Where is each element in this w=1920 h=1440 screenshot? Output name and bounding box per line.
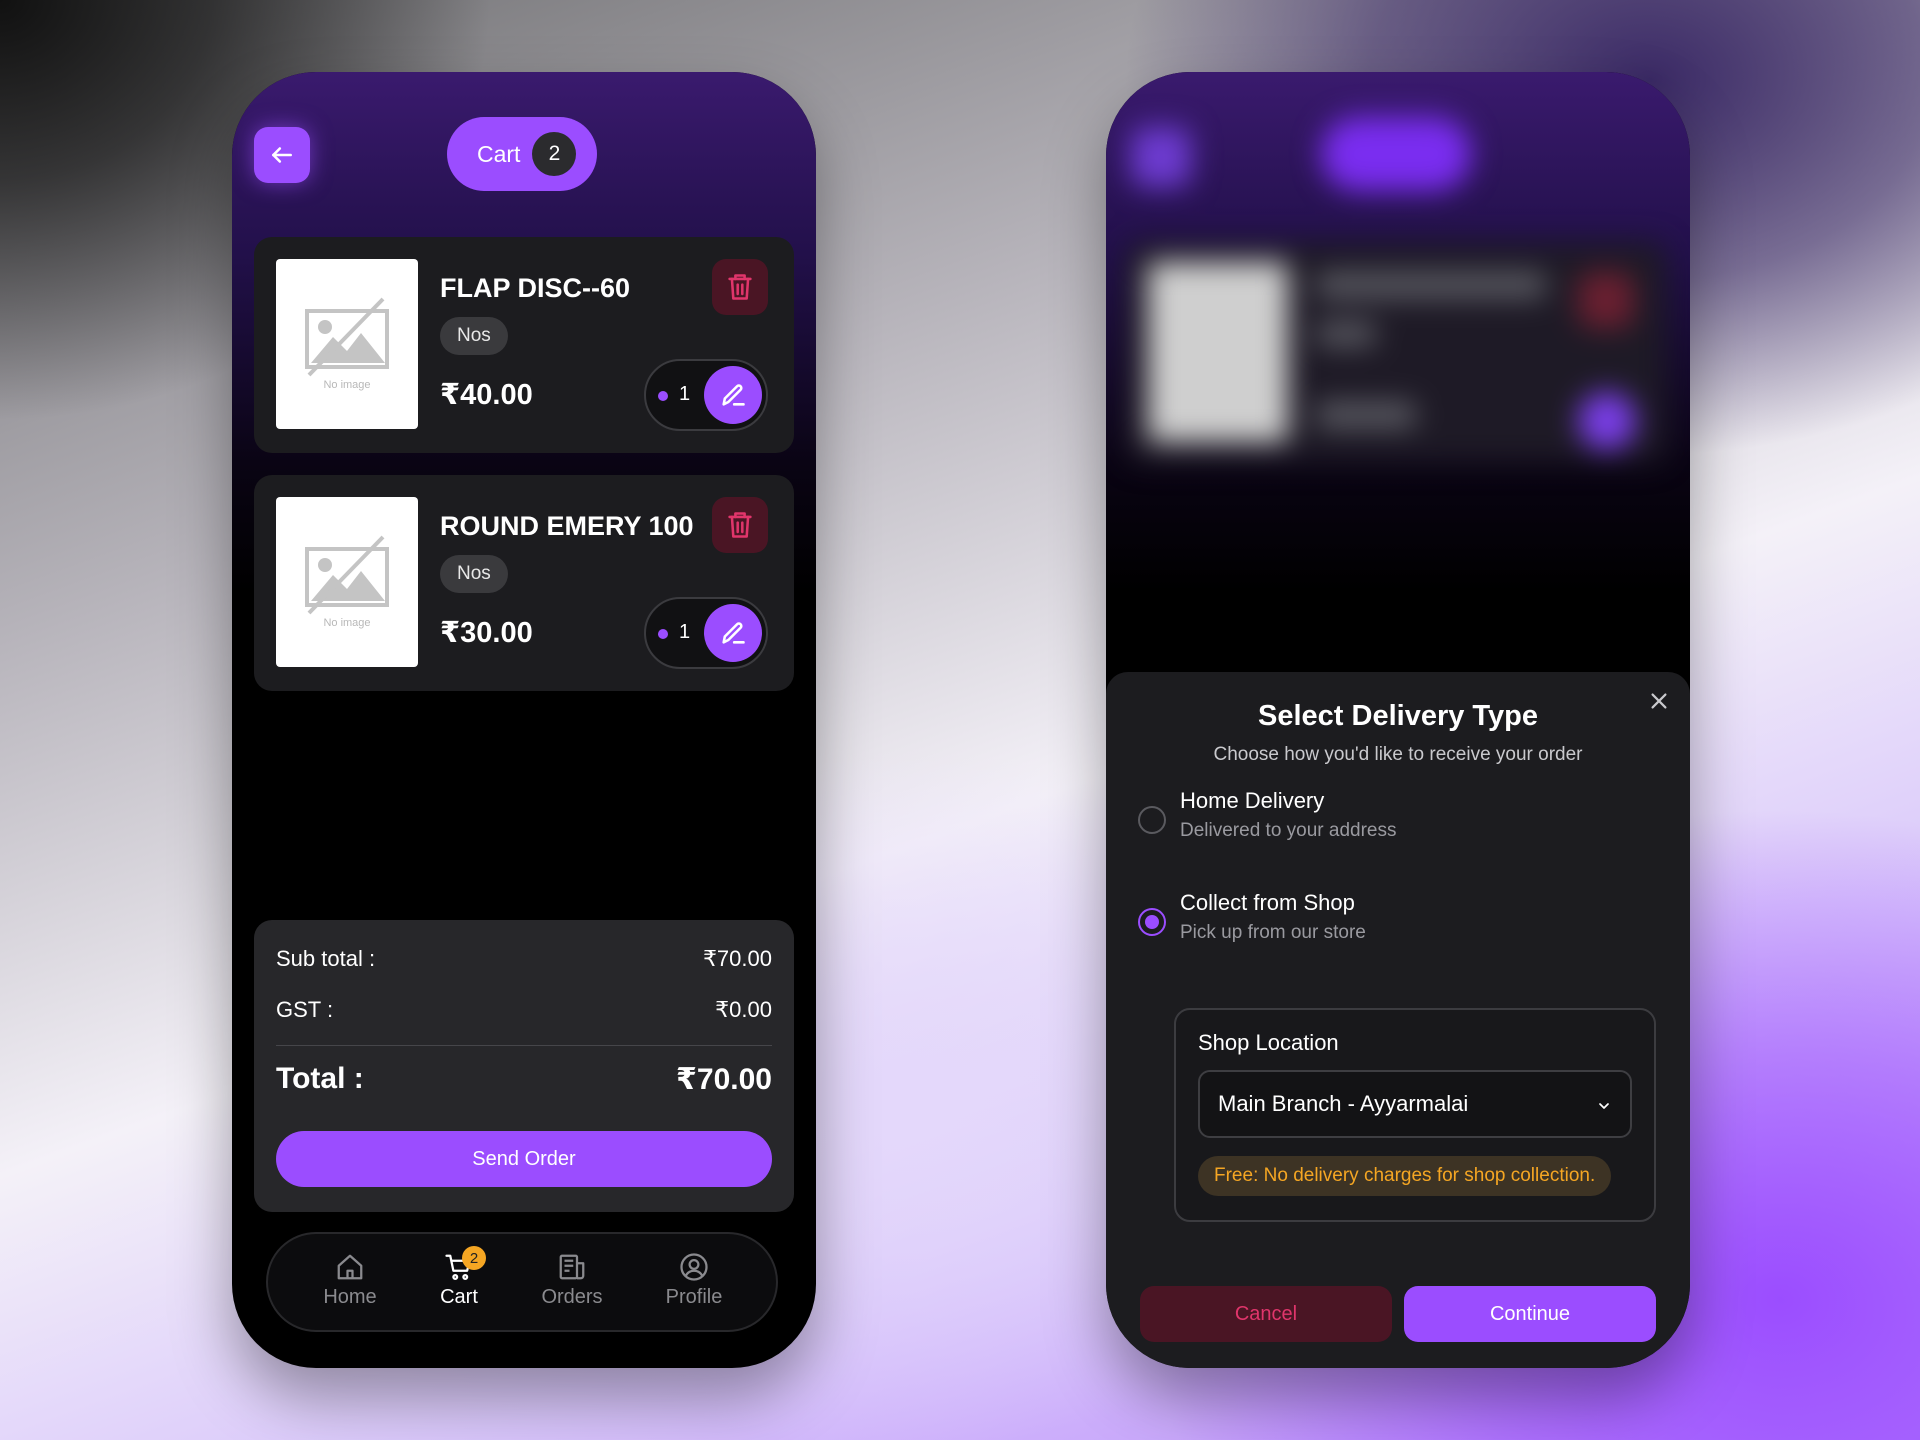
trash-icon: [728, 512, 752, 538]
blurred-back-button: [1131, 127, 1191, 187]
option-description: Pick up from our store: [1180, 922, 1366, 943]
pencil-icon: [722, 384, 745, 406]
cancel-button[interactable]: Cancel: [1140, 1286, 1392, 1342]
sheet-title: Select Delivery Type: [1258, 700, 1538, 732]
cart-item-card: No image FLAP DISC--60 Nos ₹40.00 1: [254, 237, 794, 453]
edit-quantity-button[interactable]: [704, 604, 762, 662]
blurred-cart-pill: [1321, 117, 1471, 191]
option-home-delivery[interactable]: Home Delivery Delivered to your address: [1138, 782, 1658, 852]
blurred-text: [1316, 322, 1376, 346]
option-description: Delivered to your address: [1180, 820, 1397, 841]
no-image-caption: No image: [323, 379, 371, 391]
gst-value: ₹0.00: [715, 997, 772, 1022]
shop-location-label: Shop Location: [1198, 1030, 1339, 1055]
shop-location-value: Main Branch - Ayyarmalai: [1218, 1091, 1469, 1116]
sheet-subtitle: Choose how you'd like to receive your or…: [1213, 744, 1583, 765]
no-image-icon: [305, 535, 389, 615]
product-price: ₹40.00: [440, 379, 533, 411]
quantity-value: 1: [679, 621, 691, 643]
orders-icon: [559, 1254, 585, 1280]
nav-label-orders: Orders: [541, 1286, 603, 1308]
arrow-left-icon: [272, 147, 292, 163]
gst-label: GST :: [276, 997, 334, 1022]
free-delivery-note: Free: No delivery charges for shop colle…: [1198, 1156, 1612, 1196]
shop-location-panel: Shop Location Main Branch - Ayyarmalai F…: [1174, 1008, 1656, 1222]
subtotal-label: Sub total :: [276, 946, 376, 971]
delete-item-button[interactable]: [712, 497, 768, 553]
unit-tag: Nos: [440, 555, 508, 593]
total-label: Total :: [276, 1062, 364, 1095]
summary-divider: [276, 1045, 772, 1046]
product-name: ROUND EMERY 100: [440, 511, 694, 541]
blurred-thumbnail: [1148, 262, 1288, 442]
quantity-stepper[interactable]: 1: [644, 359, 768, 431]
home-icon: [337, 1254, 363, 1280]
radio-home-delivery[interactable]: [1138, 806, 1166, 834]
option-title: Home Delivery: [1180, 788, 1325, 813]
no-image-caption: No image: [323, 617, 371, 629]
cart-item-card: No image ROUND EMERY 100 Nos ₹30.00 1: [254, 475, 794, 691]
edit-quantity-button[interactable]: [704, 366, 762, 424]
nav-item-profile[interactable]: Profile: [639, 1252, 749, 1309]
total-row: Total : ₹70.00: [276, 1062, 772, 1097]
subtotal-row: Sub total : ₹70.00: [276, 946, 772, 972]
bottom-navigation: Home 2 Cart Orders Profile: [266, 1232, 778, 1332]
blurred-text: [1316, 272, 1546, 298]
nav-label-profile: Profile: [665, 1286, 723, 1308]
blurred-delete-button: [1578, 272, 1634, 328]
chevron-down-icon: [1599, 1103, 1609, 1109]
continue-button[interactable]: Continue: [1404, 1286, 1656, 1342]
option-collect-from-shop[interactable]: Collect from Shop Pick up from our store: [1138, 884, 1658, 954]
nav-item-cart[interactable]: 2 Cart: [404, 1246, 514, 1309]
nav-item-orders[interactable]: Orders: [517, 1252, 627, 1309]
delivery-type-sheet: Select Delivery Type Choose how you'd li…: [1106, 672, 1690, 1368]
cart-screen: Cart 2 No image FLAP DISC--60 Nos ₹40.00…: [232, 72, 816, 1368]
shop-location-select[interactable]: Main Branch - Ayyarmalai: [1198, 1070, 1632, 1138]
radio-collect-from-shop[interactable]: [1138, 908, 1166, 936]
profile-icon: [680, 1253, 708, 1281]
nav-label-home: Home: [323, 1286, 377, 1308]
total-value: ₹70.00: [676, 1063, 772, 1096]
delivery-type-screen: Select Delivery Type Choose how you'd li…: [1106, 72, 1690, 1368]
quantity-dot: [658, 391, 668, 401]
order-summary: Sub total : ₹70.00 GST : ₹0.00 Total : ₹…: [254, 920, 794, 1212]
blurred-text: [1316, 402, 1416, 428]
cart-count-badge: 2: [532, 132, 577, 176]
cart-title: Cart: [477, 140, 521, 167]
product-image-placeholder: No image: [276, 497, 418, 667]
no-image-icon: [305, 297, 389, 377]
nav-item-home[interactable]: Home: [295, 1252, 405, 1309]
unit-tag: Nos: [440, 317, 508, 355]
gst-row: GST : ₹0.00: [276, 997, 772, 1023]
subtotal-value: ₹70.00: [702, 946, 772, 971]
option-title: Collect from Shop: [1180, 890, 1355, 915]
blurred-edit-button: [1578, 392, 1636, 450]
quantity-stepper[interactable]: 1: [644, 597, 768, 669]
quantity-dot: [658, 629, 668, 639]
delete-item-button[interactable]: [712, 259, 768, 315]
pencil-icon: [722, 622, 745, 644]
cart-title-pill: Cart 2: [447, 117, 597, 191]
nav-label-cart: Cart: [440, 1286, 478, 1308]
send-order-button[interactable]: Send Order: [276, 1131, 772, 1187]
quantity-value: 1: [679, 383, 691, 405]
product-name: FLAP DISC--60: [440, 273, 631, 303]
product-image-placeholder: No image: [276, 259, 418, 429]
back-button[interactable]: [254, 127, 310, 183]
product-price: ₹30.00: [440, 617, 533, 649]
cart-nav-badge: 2: [462, 1246, 486, 1270]
trash-icon: [728, 274, 752, 300]
